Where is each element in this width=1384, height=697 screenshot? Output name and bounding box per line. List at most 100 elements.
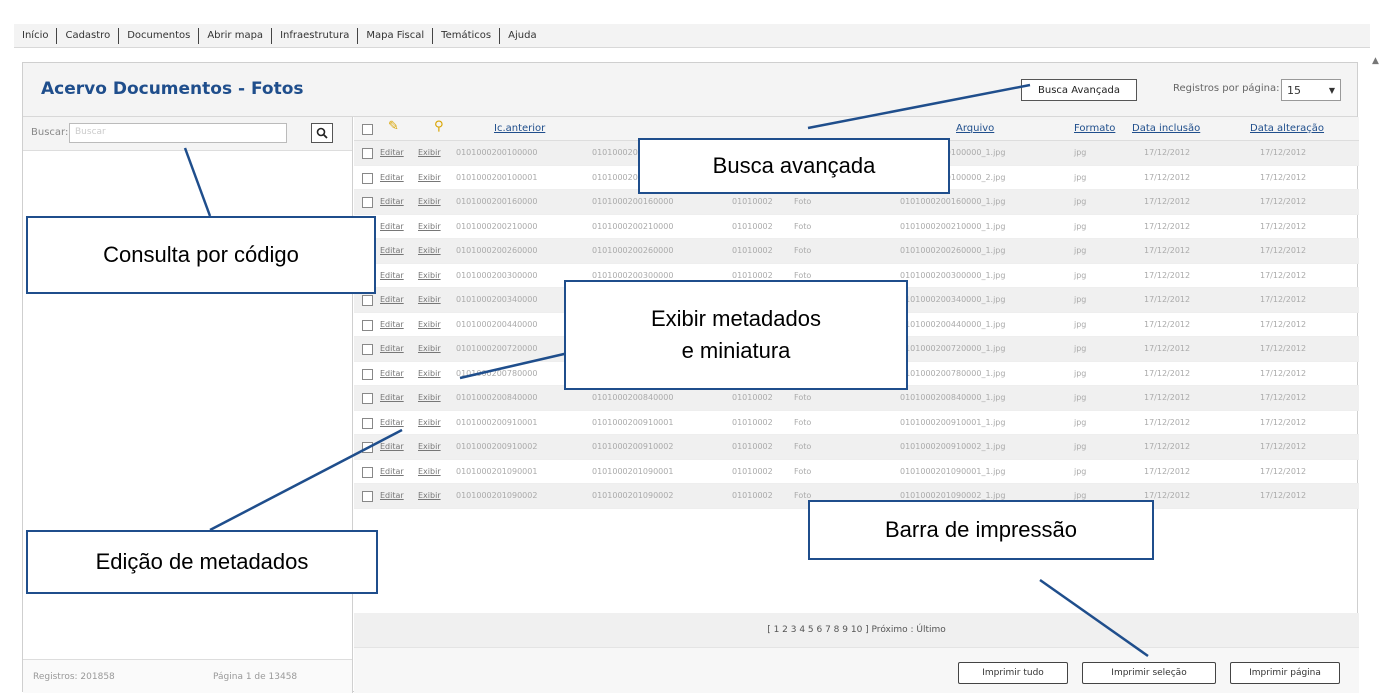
show-link[interactable]: Exibir [418, 467, 441, 476]
show-link[interactable]: Exibir [418, 271, 441, 280]
file-cell: 0101000200210000_1.jpg [900, 221, 1006, 231]
row-checkbox[interactable] [362, 368, 373, 380]
show-link[interactable]: Exibir [418, 197, 441, 206]
callout-edit-metadata: Edição de metadados [26, 530, 378, 594]
show-link[interactable]: Exibir [418, 491, 441, 500]
edit-link[interactable]: Editar [380, 246, 404, 255]
alteration-date-cell: 17/12/2012 [1260, 270, 1307, 280]
inclusion-date-cell: 17/12/2012 [1144, 442, 1191, 451]
code-cell: 0101000201090002 [456, 491, 538, 500]
per-page-select[interactable]: 15 ▼ [1281, 79, 1341, 101]
show-link[interactable]: Exibir [418, 369, 441, 378]
col-data-inclusao[interactable]: Data inclusão [1132, 123, 1200, 134]
show-link[interactable]: Exibir [418, 222, 441, 231]
inclusion-date-cell: 17/12/2012 [1144, 319, 1191, 329]
print-page-button[interactable]: Imprimir página [1230, 662, 1340, 684]
show-link[interactable]: Exibir [418, 246, 441, 255]
menu-item[interactable]: Documentos [119, 27, 200, 44]
alteration-date-cell: 17/12/2012 [1260, 368, 1307, 378]
show-link[interactable]: Exibir [418, 148, 441, 157]
edit-link[interactable]: Editar [380, 148, 404, 157]
format-cell: jpg [1074, 368, 1087, 378]
row-checkbox[interactable] [362, 491, 373, 502]
inclusion-date-cell: 17/12/2012 [1144, 417, 1191, 427]
edit-link[interactable]: Editar [380, 467, 404, 476]
scroll-up-arrow[interactable]: ▲ [1372, 56, 1379, 66]
edit-link[interactable]: Editar [380, 442, 404, 451]
menu-item[interactable]: Início [14, 27, 58, 44]
col-ic-anterior[interactable]: Ic.anterior [494, 123, 545, 134]
edit-link[interactable]: Editar [380, 222, 404, 231]
row-checkbox[interactable] [362, 393, 373, 404]
code-anterior-cell: 0101000200300000 [592, 270, 674, 280]
format-cell: jpg [1074, 148, 1087, 157]
show-link[interactable]: Exibir [418, 173, 441, 182]
show-link[interactable]: Exibir [418, 344, 441, 353]
row-checkbox[interactable] [362, 417, 373, 429]
format-cell: jpg [1074, 319, 1087, 329]
edit-link[interactable]: Editar [380, 320, 404, 329]
row-checkbox[interactable] [362, 442, 373, 453]
menu-item[interactable]: Temáticos [433, 27, 501, 44]
print-selection-button[interactable]: Imprimir seleção [1082, 662, 1216, 684]
search-input[interactable]: Buscar [69, 123, 287, 143]
file-cell: 0101000200910001_1.jpg [900, 417, 1006, 427]
menu-item[interactable]: Ajuda [500, 28, 544, 44]
pagination[interactable]: [ 1 2 3 4 5 6 7 8 9 10 ] Próximo : Últim… [354, 613, 1359, 647]
type-cell: Foto [794, 246, 812, 255]
col-formato[interactable]: Formato [1074, 123, 1115, 134]
alteration-date-cell: 17/12/2012 [1260, 491, 1307, 500]
code-cell: 0101000201090001 [456, 466, 538, 476]
edit-all-icon[interactable]: ✎ [388, 119, 399, 134]
edit-link[interactable]: Editar [380, 173, 404, 182]
edit-link[interactable]: Editar [380, 393, 404, 402]
file-cell: 0101000200340000_1.jpg [900, 295, 1006, 304]
inclusion-date-cell: 17/12/2012 [1144, 172, 1191, 182]
row-checkbox[interactable] [362, 197, 373, 208]
row-checkbox[interactable] [362, 344, 373, 355]
type-cell: Foto [794, 442, 812, 451]
file-cell: 0101000200910002_1.jpg [900, 442, 1006, 451]
edit-link[interactable]: Editar [380, 491, 404, 500]
col-data-alteracao[interactable]: Data alteração [1250, 123, 1324, 134]
type-cell: Foto [794, 393, 812, 402]
file-cell: 0101000200260000_1.jpg [900, 246, 1006, 255]
edit-link[interactable]: Editar [380, 369, 404, 378]
edit-link[interactable]: Editar [380, 344, 404, 353]
row-checkbox[interactable] [362, 148, 373, 159]
type-cell: Foto [794, 491, 812, 500]
edit-link[interactable]: Editar [380, 295, 404, 304]
file-cell: 0101000200720000_1.jpg [900, 344, 1006, 353]
row-checkbox[interactable] [362, 172, 373, 184]
row-checkbox[interactable] [362, 295, 373, 306]
show-link[interactable]: Exibir [418, 418, 441, 427]
select-all-checkbox[interactable] [362, 124, 373, 135]
format-cell: jpg [1074, 491, 1087, 500]
edit-link[interactable]: Editar [380, 418, 404, 427]
menu-item[interactable]: Abrir mapa [199, 27, 273, 44]
results-grid: ✎ ⚲ Ic.anterior Arquivo Formato Data inc… [354, 117, 1359, 693]
search-button[interactable] [311, 123, 333, 143]
advanced-search-button[interactable]: Busca Avançada [1021, 79, 1137, 101]
edit-link[interactable]: Editar [380, 197, 404, 206]
code-anterior-cell: 0101000200910001 [592, 417, 674, 427]
row-checkbox[interactable] [362, 319, 373, 331]
col-arquivo[interactable]: Arquivo [956, 123, 994, 134]
show-link[interactable]: Exibir [418, 295, 441, 304]
row-checkbox[interactable] [362, 466, 373, 478]
print-all-button[interactable]: Imprimir tudo [958, 662, 1068, 684]
menu-item[interactable]: Infraestrutura [272, 27, 359, 44]
menu-item[interactable]: Cadastro [57, 27, 120, 44]
menu-item[interactable]: Mapa Fiscal [358, 27, 434, 44]
view-all-icon[interactable]: ⚲ [434, 119, 444, 134]
show-link[interactable]: Exibir [418, 442, 441, 451]
code-anterior-cell: 0101000201090001 [592, 466, 674, 476]
edit-link[interactable]: Editar [380, 271, 404, 280]
print-bar: Imprimir tudo Imprimir seleção Imprimir … [354, 647, 1359, 693]
show-link[interactable]: Exibir [418, 393, 441, 402]
show-link[interactable]: Exibir [418, 320, 441, 329]
code-cell: 0101000200300000 [456, 270, 538, 280]
inclusion-date-cell: 17/12/2012 [1144, 197, 1191, 206]
inclusion-date-cell: 17/12/2012 [1144, 270, 1191, 280]
format-cell: jpg [1074, 197, 1087, 206]
